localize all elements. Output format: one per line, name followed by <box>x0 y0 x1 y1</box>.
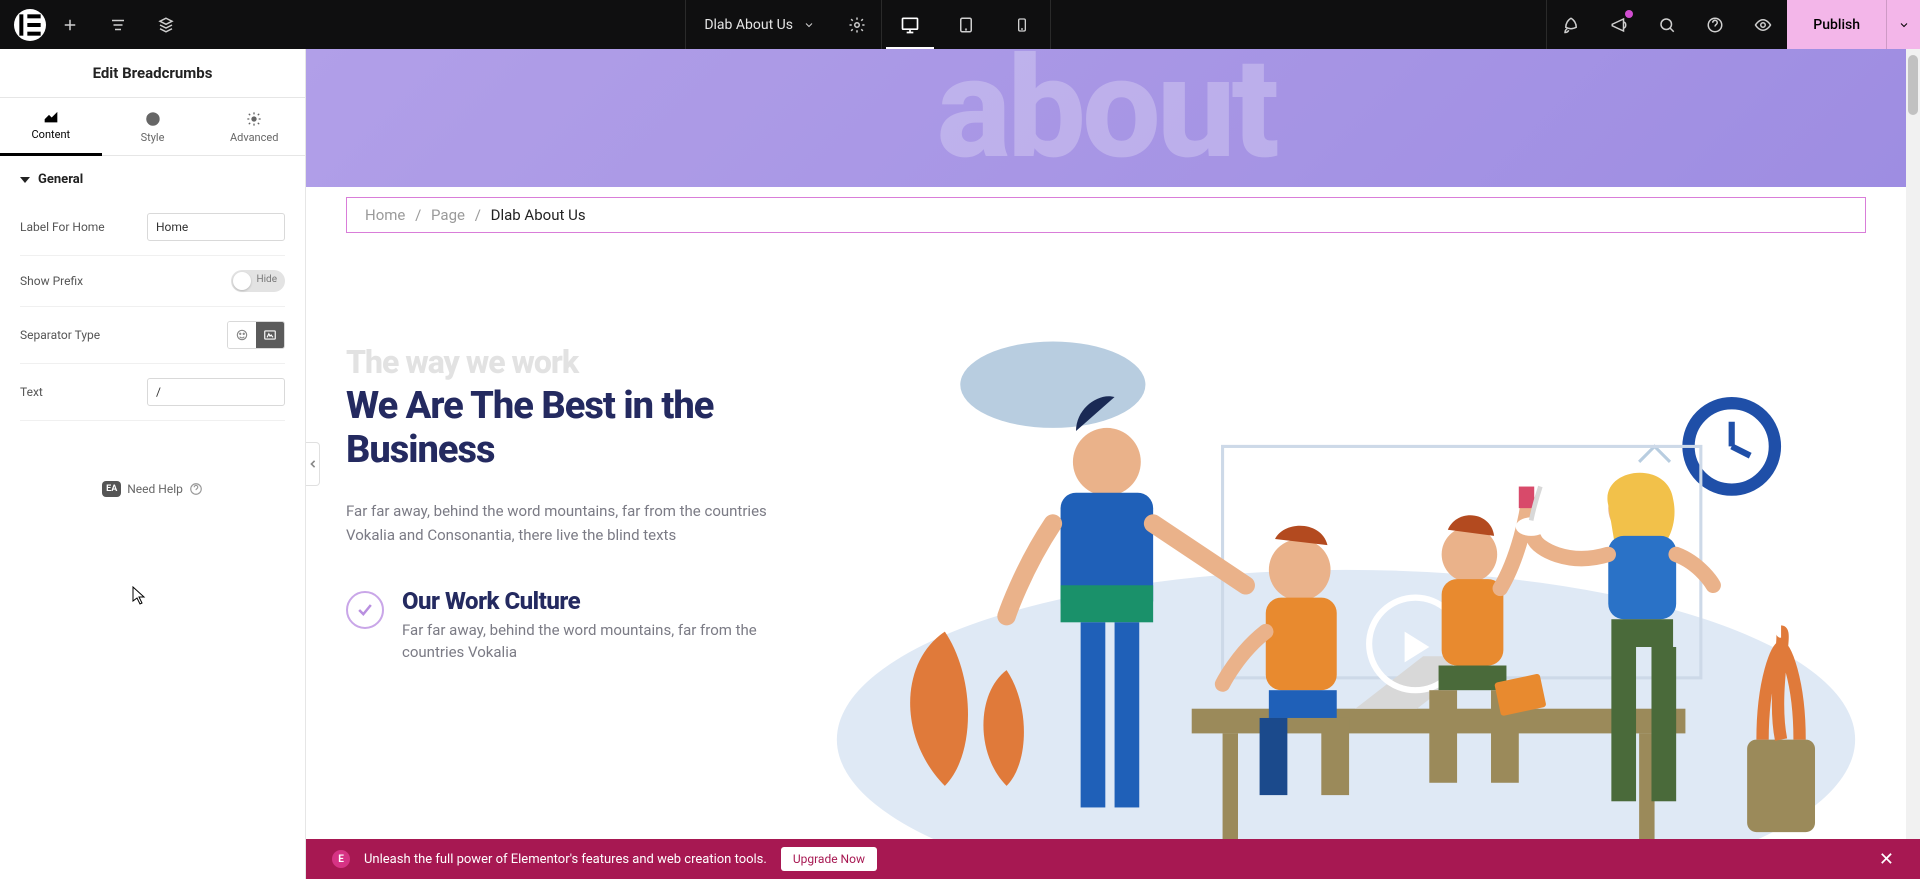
notification-dot <box>1625 10 1633 18</box>
site-settings-button[interactable] <box>94 0 142 49</box>
separator-type-choices <box>227 321 285 349</box>
whats-new-button[interactable] <box>1595 0 1643 49</box>
lead-text: Far far away, behind the word mountains,… <box>346 500 786 547</box>
feature-title: Our Work Culture <box>402 587 786 615</box>
label-for-home-label: Label For Home <box>20 220 105 234</box>
show-prefix-state: Hide <box>256 274 277 285</box>
ea-badge: EA <box>102 481 121 497</box>
help-button[interactable] <box>1691 0 1739 49</box>
section-general-label: General <box>38 172 83 187</box>
label-for-home-input[interactable] <box>147 213 285 241</box>
upgrade-now-button[interactable]: Upgrade Now <box>781 847 877 871</box>
feature-text: Far far away, behind the word mountains,… <box>402 619 786 664</box>
elementor-logo-button[interactable] <box>14 9 46 41</box>
document-title: Dlab About Us <box>704 17 793 33</box>
sidebar-collapse-handle[interactable] <box>306 442 320 486</box>
preview-button[interactable] <box>1739 0 1787 49</box>
promo-close-button[interactable]: ✕ <box>1879 849 1894 870</box>
need-help-label: Need Help <box>127 482 183 496</box>
tab-content-label: Content <box>32 128 71 141</box>
hero-section[interactable]: about <box>306 49 1906 187</box>
show-prefix-label: Show Prefix <box>20 274 83 288</box>
promo-text: Unleash the full power of Elementor's fe… <box>364 852 767 867</box>
need-help-link[interactable]: EA Need Help <box>20 481 285 497</box>
show-prefix-toggle[interactable]: Hide <box>231 270 285 292</box>
preview-canvas: about Home / Page / Dlab About Us The wa… <box>306 49 1920 879</box>
text-label: Text <box>20 385 43 399</box>
canvas-scrollbar[interactable] <box>1906 49 1920 879</box>
breadcrumb-home: Home <box>365 206 405 224</box>
separator-icon-choice[interactable] <box>228 322 256 348</box>
upgrade-promo-bar: E Unleash the full power of Elementor's … <box>306 839 1920 879</box>
responsive-mobile[interactable] <box>994 0 1050 49</box>
editor-sidebar: Edit Breadcrumbs Content Style Advanced <box>0 49 306 879</box>
separator-text-input[interactable] <box>147 378 285 406</box>
top-bar: Dlab About Us Publish <box>0 0 1920 49</box>
section-general-toggle[interactable]: General <box>20 156 285 199</box>
breadcrumb-page: Page <box>431 206 465 224</box>
team-illustration <box>806 323 1886 878</box>
tab-content[interactable]: Content <box>0 98 102 155</box>
tab-style[interactable]: Style <box>102 98 204 155</box>
check-icon <box>346 591 384 629</box>
kicker-text: The way we work <box>346 343 786 381</box>
headline-text: We Are The Best in the Business <box>346 385 786 472</box>
page-settings-button[interactable] <box>833 0 881 49</box>
breadcrumb-widget[interactable]: Home / Page / Dlab About Us <box>346 197 1866 233</box>
publish-button[interactable]: Publish <box>1787 0 1886 49</box>
publish-options-button[interactable] <box>1886 0 1920 49</box>
tab-advanced[interactable]: Advanced <box>203 98 305 155</box>
tab-style-label: Style <box>141 131 165 144</box>
hero-bg-text: about <box>937 49 1276 187</box>
separator-type-label: Separator Type <box>20 328 100 342</box>
panel-title: Edit Breadcrumbs <box>0 49 305 98</box>
add-widget-button[interactable] <box>46 0 94 49</box>
document-title-dropdown[interactable]: Dlab About Us <box>686 17 833 33</box>
responsive-tablet[interactable] <box>938 0 994 49</box>
breadcrumb-current: Dlab About Us <box>491 206 586 224</box>
separator-text-choice[interactable] <box>256 322 284 348</box>
launch-button[interactable] <box>1547 0 1595 49</box>
panel-tabs: Content Style Advanced <box>0 98 305 156</box>
scrollbar-thumb[interactable] <box>1908 55 1918 115</box>
responsive-desktop[interactable] <box>882 0 938 49</box>
tab-advanced-label: Advanced <box>230 131 278 144</box>
elementor-badge-icon: E <box>332 850 350 868</box>
finder-button[interactable] <box>1643 0 1691 49</box>
breadcrumb-sep: / <box>415 206 421 224</box>
structure-button[interactable] <box>142 0 190 49</box>
breadcrumb-sep: / <box>475 206 481 224</box>
